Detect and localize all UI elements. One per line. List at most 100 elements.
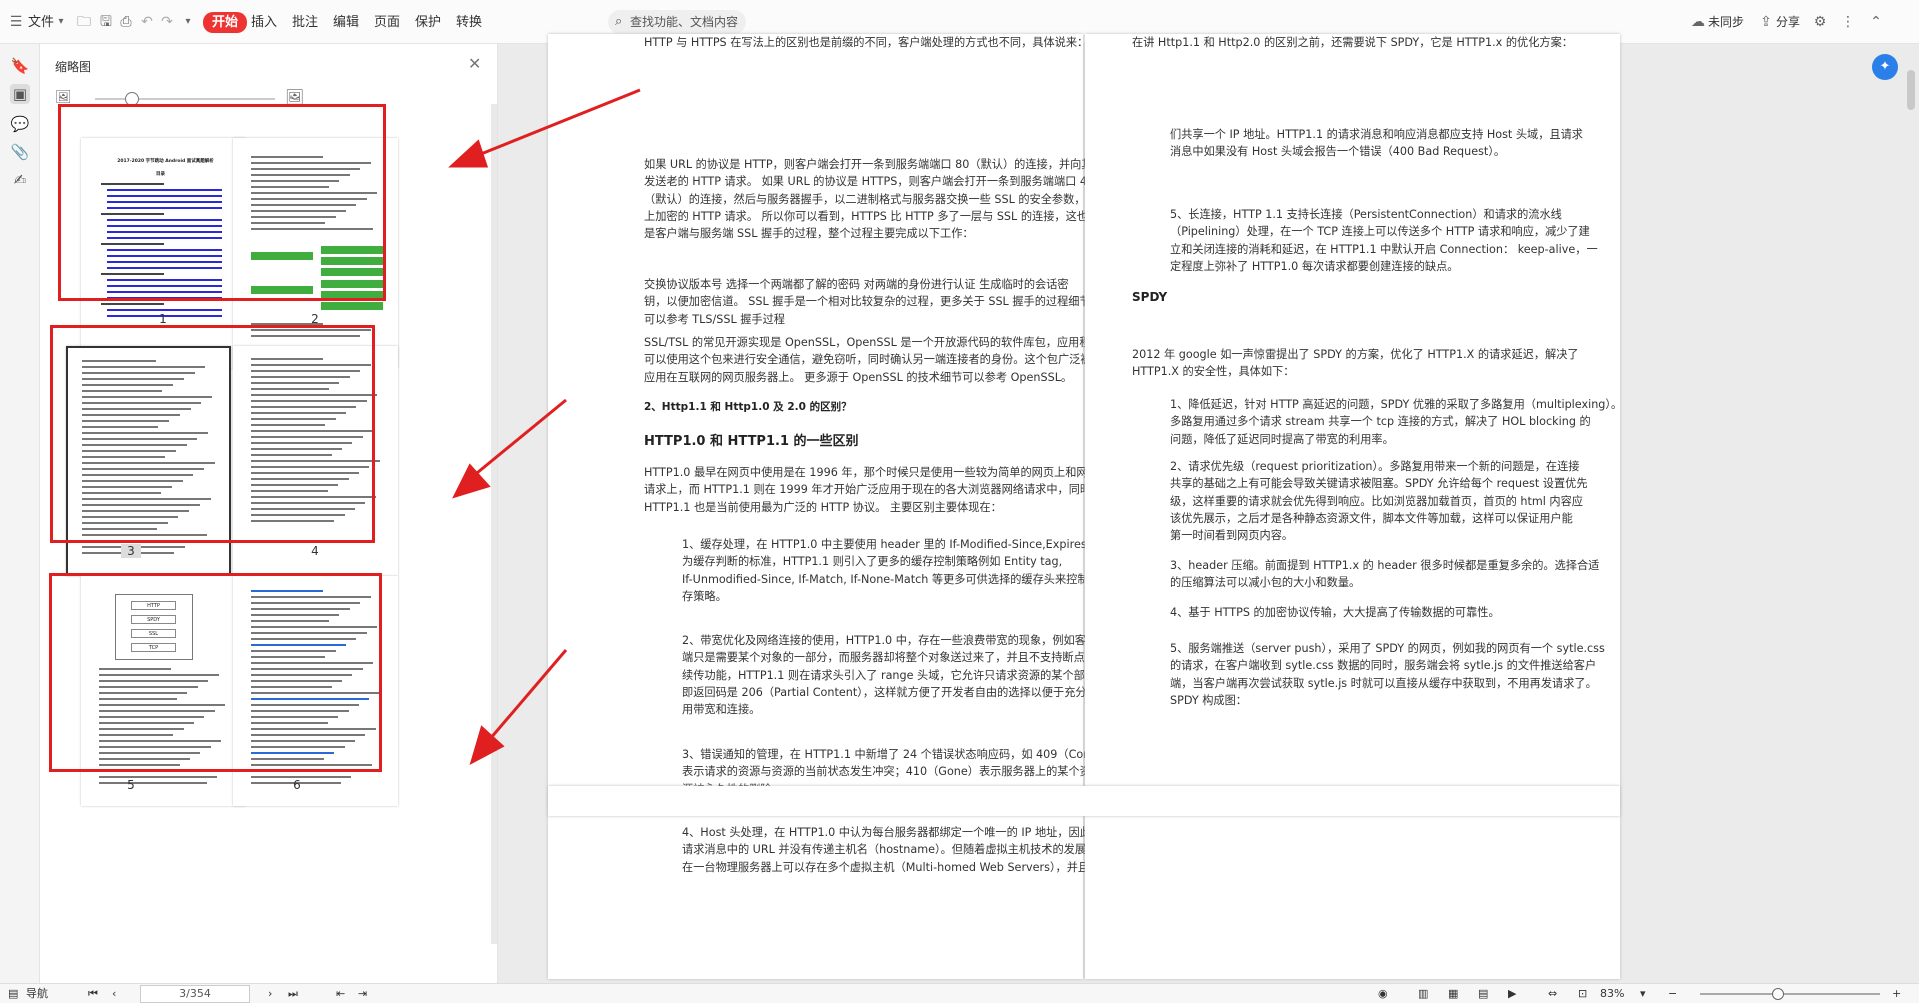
thumbnail-scrollbar[interactable] bbox=[491, 104, 497, 944]
document-page-left: HTTP 与 HTTPS 在写法上的区别也是前缀的不同，客户端处理的方式也不同，… bbox=[548, 34, 1122, 979]
thumbnail-icon[interactable]: ▣ bbox=[10, 84, 30, 104]
wps-assistant-icon[interactable]: ✦ bbox=[1872, 54, 1898, 80]
paragraph-line: 交换协议版本号 选择一个两端都了解的密码 对两端的身份进行认证 生成临时的会话密 bbox=[644, 278, 1069, 291]
tab-page[interactable]: 页面 bbox=[374, 13, 400, 32]
paragraph-line: 可以使用这个包来进行安全通信，避免窃听，同时确认另一端连接者的身份。这个包广泛被 bbox=[644, 353, 1092, 367]
zoom-dropdown-icon[interactable]: ▾ bbox=[1640, 986, 1646, 1002]
thumb-text-line bbox=[99, 782, 207, 784]
close-icon[interactable]: ✕ bbox=[468, 54, 481, 73]
document-scroll-thumb[interactable] bbox=[1907, 70, 1915, 110]
zoom-slider[interactable] bbox=[1700, 988, 1880, 1000]
chevron-down-icon[interactable]: ▾ bbox=[53, 14, 69, 30]
redo-icon[interactable]: ↷ bbox=[159, 14, 175, 30]
undo-icon[interactable]: ↶ bbox=[139, 14, 155, 30]
open-folder-icon[interactable]: 🗀 bbox=[76, 14, 92, 30]
fit-width-icon[interactable]: ⇔ bbox=[1548, 986, 1557, 1002]
zoom-in-icon[interactable]: + bbox=[1892, 986, 1901, 1002]
section-heading: HTTP1.0 和 HTTP1.1 的一些区别 bbox=[644, 434, 859, 449]
thumbnail-panel: 缩略图 ✕ 🖼 🖼 2017-2020 字节跳动 Android 面试真题解析 … bbox=[41, 44, 498, 983]
search-placeholder: 查找功能、文档内容 bbox=[630, 15, 739, 29]
document-scrollbar[interactable] bbox=[1905, 60, 1917, 920]
paragraph-line: 第一时间看到网页内容。 bbox=[1170, 529, 1294, 543]
page-number-4: 4 bbox=[311, 544, 319, 558]
paragraph-line: 4、Host 头处理，在 HTTP1.0 中认为每台服务器都绑定一个唯一的 IP… bbox=[682, 826, 1103, 839]
thumb-diagram-block bbox=[321, 302, 383, 310]
next-page-icon[interactable]: › bbox=[268, 986, 272, 1002]
prev-page-icon[interactable]: ‹ bbox=[112, 986, 116, 1002]
paragraph-line: 在一台物理服务器上可以存在多个虚拟主机（Multi-homed Web Serv… bbox=[682, 860, 1101, 874]
tab-insert[interactable]: 插入 bbox=[251, 13, 277, 32]
paragraph-line: 多路复用通过多个请求 stream 共享一个 tcp 连接的方式，解决了 HOL… bbox=[1170, 415, 1591, 429]
paragraph-line: 2、带宽优化及网络连接的使用，HTTP1.0 中，存在一些浪费带宽的现象，例如客… bbox=[682, 634, 1098, 647]
thumbnail-zoom-track[interactable] bbox=[95, 98, 275, 100]
navigation-button[interactable]: 导航 bbox=[26, 986, 48, 1002]
page-indicator-input[interactable]: 3/354 bbox=[140, 985, 250, 1003]
forward-icon[interactable]: ⇥ bbox=[358, 986, 367, 1002]
paragraph-line: If-Unmodified-Since, If-Match, If-None-M… bbox=[682, 572, 1100, 586]
paragraph-line: HTTP 与 HTTPS 在写法上的区别也是前缀的不同，客户端处理的方式也不同，… bbox=[644, 36, 1089, 49]
search-input[interactable]: ⌕ 查找功能、文档内容 bbox=[608, 10, 746, 34]
paragraph-line: 3、错误通知的管理，在 HTTP1.1 中新增了 24 个错误状态响应码，如 4… bbox=[682, 748, 1123, 761]
tab-comment[interactable]: 批注 bbox=[292, 13, 318, 32]
share-icon[interactable]: ⇪ bbox=[1758, 14, 1774, 30]
paragraph-line: 立和关闭连接的消耗和延迟，在 HTTP1.1 中默认开启 Connection：… bbox=[1170, 242, 1598, 256]
paragraph-line: 用带宽和连接。 bbox=[682, 703, 761, 717]
eye-icon[interactable]: ◉ bbox=[1378, 986, 1388, 1002]
tab-edit[interactable]: 编辑 bbox=[333, 13, 359, 32]
collapse-ribbon-icon[interactable]: ⌃ bbox=[1868, 14, 1884, 30]
bookmark-icon[interactable]: 🔖 bbox=[10, 56, 30, 76]
zoom-level[interactable]: 83% bbox=[1600, 986, 1624, 1002]
paragraph-line: 存策略。 bbox=[682, 589, 727, 603]
last-page-icon[interactable]: ⏭ bbox=[288, 986, 298, 1002]
paragraph-line: SSL/TSL 的常见开源实现是 OpenSSL，OpenSSL 是一个开放源代… bbox=[644, 336, 1102, 349]
attachment-icon[interactable]: 📎 bbox=[10, 142, 30, 162]
page-number-1: 1 bbox=[159, 312, 167, 326]
highlight-box bbox=[49, 573, 382, 772]
next-page-peek bbox=[548, 786, 1620, 816]
thumb-text-line bbox=[99, 776, 218, 778]
more-icon[interactable]: ⋮ bbox=[1840, 14, 1856, 30]
paragraph-line: 如果 URL 的协议是 HTTP，则客户端会打开一条到服务端端口 80（默认）的… bbox=[644, 158, 1093, 171]
paragraph-line: 问题，降低了延迟同时提高了带宽的利用率。 bbox=[1170, 432, 1394, 446]
document-page-right: 们共享一个 IP 地址。HTTP1.1 的请求消息和响应消息都应支持 Host … bbox=[1085, 34, 1623, 979]
paragraph-line: 即返回码是 206（Partial Content），这样就方便了开发者自由的选… bbox=[682, 685, 1098, 699]
scroll-view-icon[interactable]: ▤ bbox=[1478, 986, 1488, 1002]
fit-page-icon[interactable]: ⊡ bbox=[1578, 986, 1587, 1002]
save-icon[interactable]: 🖫 bbox=[98, 14, 114, 30]
sync-status[interactable]: 未同步 bbox=[1708, 14, 1744, 30]
cloud-icon[interactable]: ☁ bbox=[1690, 14, 1706, 30]
menu-icon[interactable]: ☰ bbox=[8, 14, 24, 30]
paragraph-line: 3、header 压缩。前面提到 HTTP1.x 的 header 很多时候都是… bbox=[1170, 559, 1600, 572]
paragraph-line: 请求上，而 HTTP1.1 则在 1999 年才开始广泛应用于现在的各大浏览器网… bbox=[644, 483, 1092, 497]
file-menu[interactable]: 文件 bbox=[28, 13, 54, 32]
navigation-icon[interactable]: ▤ bbox=[8, 986, 18, 1002]
image-small-icon[interactable]: 🖼 bbox=[55, 90, 72, 105]
first-page-icon[interactable]: ⏮ bbox=[88, 986, 98, 1002]
section-heading: SPDY bbox=[1132, 290, 1168, 304]
status-bar: ▤ 导航 ⏮ ‹ 3/354 › ⏭ ⇤ ⇥ ◉ ▥ ▦ ▤ ▶ ⇔ ⊡ 83%… bbox=[0, 983, 1919, 1003]
single-page-view-icon[interactable]: ▥ bbox=[1418, 986, 1428, 1002]
back-icon[interactable]: ⇤ bbox=[336, 986, 345, 1002]
section-heading: 2、Http1.1 和 Http1.0 及 2.0 的区别？ bbox=[644, 401, 852, 413]
settings-icon[interactable]: ⚙ bbox=[1812, 14, 1828, 30]
dual-page-view-icon[interactable]: ▦ bbox=[1448, 986, 1458, 1002]
page-number-3: 3 bbox=[121, 544, 141, 558]
zoom-out-icon[interactable]: − bbox=[1668, 986, 1677, 1002]
paragraph-line: 4、基于 HTTPS 的加密协议传输，大大提高了传输数据的可靠性。 bbox=[1170, 606, 1500, 619]
paragraph-line: 在讲 Http1.1 和 Http2.0 的区别之前，还需要说下 SPDY，它是… bbox=[1132, 36, 1573, 49]
play-icon[interactable]: ▶ bbox=[1508, 986, 1516, 1002]
zoom-slider-handle[interactable] bbox=[1772, 988, 1784, 1000]
comment-icon[interactable]: 💬 bbox=[10, 114, 30, 134]
paragraph-line: 1、降低延迟，针对 HTTP 高延迟的问题，SPDY 优雅的采取了多路复用（mu… bbox=[1170, 398, 1623, 411]
tab-convert[interactable]: 转换 bbox=[456, 13, 482, 32]
share-button[interactable]: 分享 bbox=[1776, 14, 1800, 30]
paragraph-line: HTTP1.X 的安全性，具体如下： bbox=[1132, 365, 1295, 379]
signature-icon[interactable]: ✍ bbox=[10, 170, 30, 190]
page-number-6: 6 bbox=[293, 778, 301, 792]
chevron-down-icon[interactable]: ▾ bbox=[180, 14, 196, 30]
paragraph-line: 发送老的 HTTP 请求。 如果 URL 的协议是 HTTPS，则客户端会打开一… bbox=[644, 175, 1102, 189]
paragraph-line: 可以参考 TLS/SSL 握手过程 bbox=[644, 312, 785, 326]
tab-protect[interactable]: 保护 bbox=[415, 13, 441, 32]
print-icon[interactable]: ⎙ bbox=[118, 14, 134, 30]
tab-home[interactable]: 开始 bbox=[203, 12, 248, 33]
